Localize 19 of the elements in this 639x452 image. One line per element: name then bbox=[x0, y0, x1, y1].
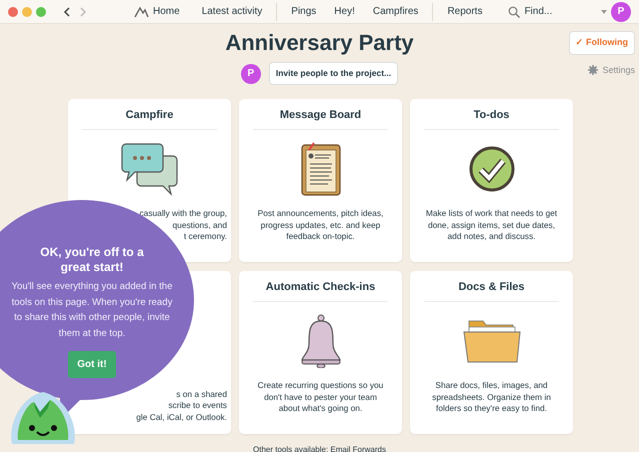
project-title: Anniversary Party bbox=[225, 31, 414, 56]
description-text: t ceremony. bbox=[182, 230, 227, 242]
description-text: gle Cal, iCal, or Outlook. bbox=[135, 412, 227, 424]
description-text: s on a shared bbox=[175, 388, 227, 400]
tool-title: Docs & Files bbox=[457, 280, 526, 294]
description-text: casually with the group, bbox=[138, 208, 227, 220]
description-text: questions, and bbox=[172, 220, 227, 231]
tool-title: Automatic Check-ins bbox=[264, 280, 376, 294]
avatar: P bbox=[240, 64, 261, 84]
bubble-text: You'll see everything you added in the tools on this page. When you're ready to share this with other people, invite them at the top. bbox=[10, 280, 174, 340]
tool-description: Share docs, files, images, and spreadsheets. Organize them in folders so they're easy to find. bbox=[431, 380, 552, 414]
tool-title: Message Board bbox=[278, 108, 362, 122]
tool-title: Campfire bbox=[124, 108, 174, 122]
tool-description: Make lists of work that needs to get done, assign items, set due dates, add notes, and discuss. bbox=[424, 208, 558, 242]
other-tools-text: Other tools available: Email Forwards bbox=[252, 444, 387, 452]
tool-description: Post announcements, pitch ideas, progress updates, etc. and keep feedback on-topic. bbox=[256, 208, 384, 242]
description-text: scribe to events bbox=[167, 400, 227, 412]
tool-title: To-dos bbox=[472, 108, 510, 122]
tool-description: Create recurring questions so you don't have to pester your team about what's going on. bbox=[256, 380, 384, 414]
